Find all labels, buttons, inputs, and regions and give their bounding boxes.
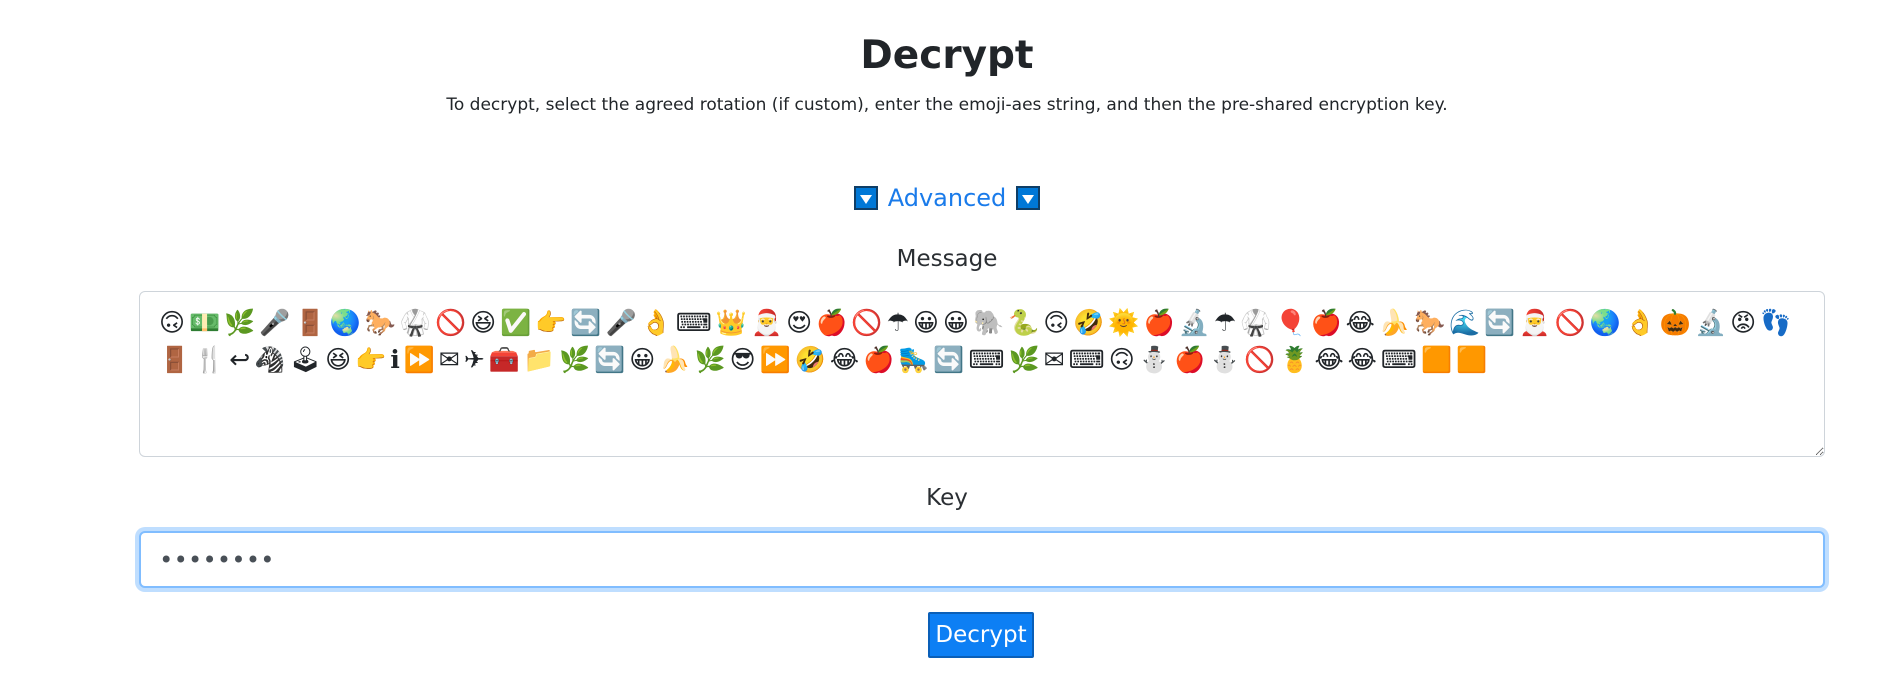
page-instructions: To decrypt, select the agreed rotation (… [446, 95, 1448, 115]
advanced-toggle[interactable]: Advanced [0, 177, 1894, 219]
page-title: Decrypt [860, 33, 1034, 78]
message-textarea[interactable]: 🙃💵🌿🎤🚪🌏🐎🥋🚫😆✅👉🔄🎤👌⌨👑🎅😍🍎🚫☂😀😀🐘🐍🙃🤣🌞🍎🔬☂🥋🎈🍎😂🍌🐎🌊🔄… [139, 291, 1825, 457]
key-label: Key [926, 485, 968, 511]
triangle-down-icon[interactable] [1016, 186, 1041, 210]
key-input[interactable] [139, 531, 1825, 588]
advanced-link[interactable]: Advanced [888, 183, 1007, 213]
message-label: Message [896, 246, 998, 272]
decrypt-button[interactable]: Decrypt [928, 612, 1034, 658]
decrypt-page: Decrypt To decrypt, select the agreed ro… [0, 0, 1894, 687]
triangle-down-icon[interactable] [853, 186, 878, 210]
